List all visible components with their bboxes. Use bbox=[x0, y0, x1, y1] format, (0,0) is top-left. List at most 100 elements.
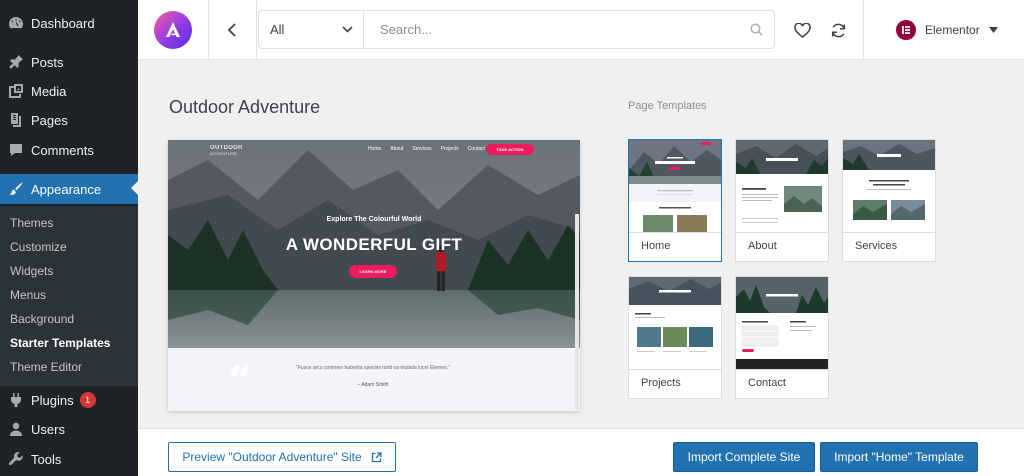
search-bar: All bbox=[258, 10, 775, 49]
quote-mark-icon: “ bbox=[228, 356, 253, 405]
card-divider bbox=[629, 369, 721, 370]
card-divider bbox=[629, 232, 721, 233]
astra-logo-mark bbox=[166, 22, 180, 37]
sidebar-item-label: Dashboard bbox=[31, 15, 95, 31]
category-filter-select[interactable]: All bbox=[259, 11, 364, 48]
update-count-badge: 1 bbox=[79, 392, 96, 408]
card-divider bbox=[736, 232, 828, 233]
admin-sidebar: Dashboard Posts Media Pages Comments App… bbox=[0, 0, 138, 476]
chevron-down-icon bbox=[342, 26, 353, 33]
preview-cta-button: TAKE ACTION bbox=[486, 144, 534, 155]
template-card-about[interactable]: About bbox=[735, 139, 829, 262]
sidebar-item-label: Plugins bbox=[31, 392, 74, 408]
preview-site-button-label: Preview "Outdoor Adventure" Site bbox=[182, 450, 362, 464]
preview-nav-item: Contact bbox=[467, 146, 485, 152]
preview-testimonial: “ “Fusce arcu commen habenta species tor… bbox=[168, 348, 580, 411]
submenu-item-customize[interactable]: Customize bbox=[10, 238, 67, 256]
sidebar-item-label: Appearance bbox=[31, 181, 102, 197]
header-divider bbox=[256, 0, 257, 60]
page-builder-label: Elementor bbox=[925, 23, 980, 37]
sidebar-item-label: Posts bbox=[31, 54, 64, 70]
template-thumbnail bbox=[736, 277, 828, 369]
appearance-submenu: Themes Customize Widgets Menus Backgroun… bbox=[0, 206, 138, 386]
plugin-icon bbox=[8, 392, 24, 408]
media-icon bbox=[8, 83, 24, 99]
search-icon[interactable] bbox=[738, 11, 774, 48]
astra-logo bbox=[154, 11, 192, 49]
preview-site-button[interactable]: Preview "Outdoor Adventure" Site bbox=[168, 442, 396, 472]
sidebar-item-pages[interactable]: Pages bbox=[0, 106, 138, 134]
sidebar-item-dashboard[interactable]: Dashboard bbox=[0, 9, 138, 37]
page-builder-select[interactable]: Elementor bbox=[896, 18, 998, 42]
action-bar: Preview "Outdoor Adventure" Site Import … bbox=[138, 428, 1024, 476]
caret-down-icon bbox=[988, 27, 998, 33]
submenu-item-themes[interactable]: Themes bbox=[10, 214, 53, 232]
card-divider bbox=[843, 232, 935, 233]
preview-quote-author: – Adam Smith bbox=[357, 382, 389, 388]
search-input[interactable] bbox=[364, 11, 738, 48]
preview-learn-more-button: LEARN MORE bbox=[349, 265, 397, 278]
header-divider bbox=[863, 0, 864, 60]
template-card-label: Services bbox=[855, 240, 898, 252]
preview-nav-item: About bbox=[390, 146, 404, 152]
preview-nav-item: Services bbox=[412, 146, 432, 152]
submenu-item-background[interactable]: Background bbox=[10, 310, 74, 328]
sidebar-item-users[interactable]: Users bbox=[0, 415, 138, 443]
sidebar-item-plugins[interactable]: Plugins 1 bbox=[0, 386, 138, 414]
refresh-icon bbox=[831, 23, 845, 37]
import-template-button[interactable]: Import "Home" Template bbox=[820, 442, 978, 472]
template-card-label: About bbox=[748, 240, 777, 252]
submenu-item-starter-templates[interactable]: Starter Templates bbox=[10, 334, 110, 352]
preview-brand-sub: ADVENTURE bbox=[210, 151, 238, 156]
sidebar-item-appearance[interactable]: Appearance bbox=[0, 174, 138, 204]
template-thumbnail bbox=[629, 140, 721, 232]
submenu-item-widgets[interactable]: Widgets bbox=[10, 262, 53, 280]
pages-icon bbox=[8, 112, 24, 128]
site-title: Outdoor Adventure bbox=[169, 97, 321, 117]
template-card-services[interactable]: Services bbox=[842, 139, 936, 262]
back-button[interactable] bbox=[220, 18, 244, 42]
sidebar-item-label: Media bbox=[31, 83, 67, 99]
preview-scrollbar[interactable] bbox=[575, 214, 579, 410]
paintbrush-icon bbox=[8, 181, 24, 197]
preview-hero: OUTDOOR ADVENTURE Home About Services Pr… bbox=[168, 140, 580, 348]
wrench-icon bbox=[8, 451, 24, 467]
template-card-projects[interactable]: Projects bbox=[628, 276, 722, 399]
template-detail-panel: Outdoor Adventure OUTDOOR ADVENTURE Home… bbox=[138, 60, 1024, 428]
template-thumbnail bbox=[736, 140, 828, 232]
heart-icon bbox=[793, 22, 811, 38]
sidebar-item-label: Tools bbox=[31, 451, 62, 467]
preview-brand: OUTDOOR ADVENTURE bbox=[210, 145, 243, 157]
card-divider bbox=[736, 369, 828, 370]
template-card-home[interactable]: Home bbox=[628, 139, 722, 262]
site-preview-screenshot[interactable]: OUTDOOR ADVENTURE Home About Services Pr… bbox=[168, 140, 580, 411]
template-card-label: Projects bbox=[641, 377, 681, 389]
category-filter-value: All bbox=[270, 22, 285, 37]
template-card-label: Home bbox=[641, 240, 671, 252]
import-complete-site-button[interactable]: Import Complete Site bbox=[673, 442, 815, 472]
template-card-label: Contact bbox=[748, 377, 786, 389]
preview-eyebrow: Explore The Colourful World bbox=[326, 216, 422, 223]
sidebar-item-media[interactable]: Media bbox=[0, 77, 138, 105]
users-icon bbox=[8, 421, 24, 437]
sidebar-item-comments[interactable]: Comments bbox=[0, 136, 138, 164]
pin-icon bbox=[8, 54, 24, 70]
header-divider bbox=[208, 0, 209, 60]
comment-icon bbox=[8, 142, 24, 158]
template-card-contact[interactable]: Contact bbox=[735, 276, 829, 399]
library-header: All Elementor bbox=[138, 0, 1024, 60]
preview-nav-item: Home bbox=[368, 146, 382, 152]
preview-hero-title: A WONDERFUL GIFT bbox=[285, 235, 463, 254]
sidebar-item-label: Comments bbox=[31, 142, 94, 158]
sidebar-item-tools[interactable]: Tools bbox=[0, 445, 138, 473]
elementor-logo-icon bbox=[896, 20, 916, 40]
preview-nav: Home About Services Projects Contact bbox=[368, 146, 485, 152]
submenu-item-theme-editor[interactable]: Theme Editor bbox=[10, 358, 82, 376]
sidebar-item-posts[interactable]: Posts bbox=[0, 48, 138, 76]
submenu-item-menus[interactable]: Menus bbox=[10, 286, 46, 304]
chevron-left-icon bbox=[227, 23, 236, 37]
external-link-icon bbox=[371, 451, 382, 462]
favorites-button[interactable] bbox=[792, 20, 812, 40]
sync-library-button[interactable] bbox=[828, 20, 848, 40]
preview-quote-text: “Fusce arcu commen habenta species tordi… bbox=[296, 365, 450, 371]
